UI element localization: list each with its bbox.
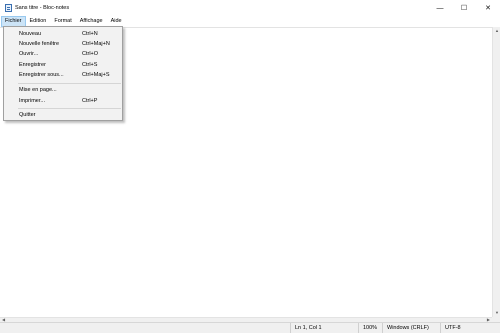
fichier-dropdown-menu: Nouveau Ctrl+N Nouvelle fenêtre Ctrl+Maj…: [3, 26, 123, 121]
menu-item-nouveau[interactable]: Nouveau Ctrl+N: [4, 29, 122, 39]
vertical-scrollbar[interactable]: ▲ ▼: [492, 27, 500, 317]
menu-item-shortcut: Ctrl+Maj+N: [82, 41, 110, 47]
window-controls: — ☐ ✕: [428, 0, 500, 16]
menu-item-imprimer[interactable]: Imprimer... Ctrl+P: [4, 96, 122, 106]
menu-item-shortcut: Ctrl+S: [82, 62, 98, 68]
zoom-level: 100%: [358, 323, 377, 333]
menu-separator: [18, 108, 121, 109]
menu-item-label: Nouvelle fenêtre: [19, 41, 60, 47]
menu-item-enregistrer[interactable]: Enregistrer Ctrl+S: [4, 60, 122, 70]
menu-item-nouvelle-fenetre[interactable]: Nouvelle fenêtre Ctrl+Maj+N: [4, 39, 122, 49]
menu-item-shortcut: Ctrl+Maj+S: [82, 72, 110, 78]
notepad-icon: [5, 4, 12, 12]
cursor-position: Ln 1, Col 1: [290, 323, 322, 333]
menu-item-shortcut: Ctrl+P: [82, 98, 98, 104]
scroll-down-icon[interactable]: ▼: [493, 309, 500, 317]
menu-item-shortcut: Ctrl+N: [82, 31, 98, 37]
menu-item-label: Enregistrer: [19, 62, 46, 68]
menu-item-shortcut: Ctrl+O: [82, 51, 99, 57]
menu-item-label: Mise en page...: [19, 87, 57, 93]
menu-item-quitter[interactable]: Quitter: [4, 110, 122, 120]
menu-item-label: Ouvrir...: [19, 51, 39, 57]
menu-item-mise-en-page[interactable]: Mise en page...: [4, 85, 122, 95]
status-bar: Ln 1, Col 1 100% Windows (CRLF) UTF-8: [0, 322, 500, 333]
menu-item-label: Quitter: [19, 112, 36, 118]
menu-item-label: Imprimer...: [19, 98, 45, 104]
menu-item-ouvrir[interactable]: Ouvrir... Ctrl+O: [4, 49, 122, 59]
encoding: UTF-8: [440, 323, 461, 333]
close-button[interactable]: ✕: [476, 0, 500, 16]
title-bar: Sans titre - Bloc-notes — ☐ ✕: [0, 0, 500, 16]
scroll-up-icon[interactable]: ▲: [493, 27, 500, 35]
line-ending: Windows (CRLF): [382, 323, 429, 333]
window-title: Sans titre - Bloc-notes: [15, 5, 70, 11]
menu-item-enregistrer-sous[interactable]: Enregistrer sous... Ctrl+Maj+S: [4, 70, 122, 80]
menu-separator: [18, 83, 121, 84]
maximize-button[interactable]: ☐: [452, 0, 476, 16]
menu-item-label: Nouveau: [19, 31, 42, 37]
minimize-button[interactable]: —: [428, 0, 452, 16]
menu-item-label: Enregistrer sous...: [19, 72, 64, 78]
